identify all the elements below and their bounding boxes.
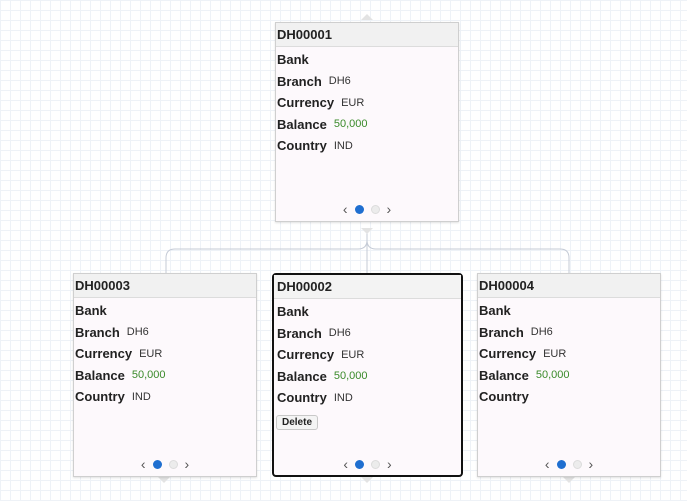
root-bottom-notch (361, 228, 373, 234)
node-card-left[interactable]: DH00003 Bank Branch DH6 Currency EUR Balan… (73, 273, 257, 477)
left-bottom-notch (158, 477, 170, 483)
bank-label: Bank (277, 304, 309, 320)
currency-value: EUR (543, 347, 567, 360)
chevron-right-icon[interactable]: › (387, 202, 392, 216)
country-label: Country (277, 390, 327, 406)
currency-label: Currency (75, 346, 133, 362)
country-label: Country (479, 389, 529, 405)
bank-label: Bank (479, 303, 511, 319)
card-pager: ‹ › (276, 202, 458, 216)
branch-value: DH6 (126, 326, 149, 339)
card-pager: ‹ › (274, 457, 461, 471)
pager-dot-active[interactable] (152, 459, 162, 469)
branch-value: DH6 (530, 326, 553, 339)
node-id: DH00003 (74, 274, 256, 298)
balance-value: 50,000 (131, 369, 166, 382)
balance-value: 50,000 (333, 370, 368, 383)
node-id: DH00001 (276, 23, 458, 47)
pager-dot-inactive[interactable] (572, 459, 582, 469)
branch-value: DH6 (328, 75, 351, 88)
chevron-left-icon[interactable]: ‹ (343, 457, 348, 471)
currency-label: Currency (277, 347, 335, 363)
right-bottom-notch (563, 477, 575, 483)
currency-label: Currency (479, 346, 537, 362)
currency-value: EUR (341, 348, 365, 361)
pager-dot-inactive[interactable] (168, 459, 178, 469)
chevron-left-icon[interactable]: ‹ (545, 457, 550, 471)
currency-label: Currency (277, 95, 335, 111)
middle-bottom-notch (361, 477, 373, 483)
country-value: IND (131, 390, 151, 403)
card-pager: ‹ › (478, 457, 660, 471)
pager-dot-active[interactable] (354, 204, 364, 214)
branch-label: Branch (277, 73, 322, 89)
node-card-right[interactable]: DH00004 Bank Branch DH6 Currency EUR Balan… (477, 273, 661, 477)
balance-label: Balance (75, 367, 125, 383)
pager-dot-active[interactable] (355, 459, 364, 469)
chevron-left-icon[interactable]: ‹ (141, 457, 146, 471)
branch-label: Branch (479, 324, 524, 340)
balance-value: 50,000 (333, 118, 368, 131)
currency-value: EUR (341, 96, 365, 109)
country-label: Country (277, 138, 327, 154)
balance-label: Balance (479, 367, 529, 383)
node-id: DH00004 (478, 274, 660, 298)
pager-dot-inactive[interactable] (371, 459, 380, 469)
country-value: IND (333, 139, 353, 152)
card-pager: ‹ › (74, 457, 256, 471)
branch-label: Branch (75, 324, 120, 340)
pager-dot-active[interactable] (556, 459, 566, 469)
country-value: IND (333, 391, 353, 404)
chevron-left-icon[interactable]: ‹ (343, 202, 348, 216)
root-top-notch (361, 14, 373, 20)
chevron-right-icon[interactable]: › (589, 457, 594, 471)
country-label: Country (75, 389, 125, 405)
branch-value: DH6 (328, 327, 351, 340)
bank-label: Bank (277, 52, 309, 68)
node-card-middle-selected[interactable]: DH00002 Bank Branch DH6 Currency EUR Balan… (272, 273, 463, 477)
chevron-right-icon[interactable]: › (387, 457, 392, 471)
bank-label: Bank (75, 303, 107, 319)
node-id: DH00002 (274, 275, 461, 299)
node-card-root[interactable]: DH00001 Bank Branch DH6 Currency EUR Balan… (275, 22, 459, 222)
delete-button[interactable]: Delete (276, 415, 319, 430)
balance-value: 50,000 (535, 369, 570, 382)
balance-label: Balance (277, 116, 327, 132)
chevron-right-icon[interactable]: › (185, 457, 190, 471)
currency-value: EUR (139, 347, 163, 360)
pager-dot-inactive[interactable] (370, 204, 380, 214)
branch-label: Branch (277, 325, 322, 341)
balance-label: Balance (277, 368, 327, 384)
